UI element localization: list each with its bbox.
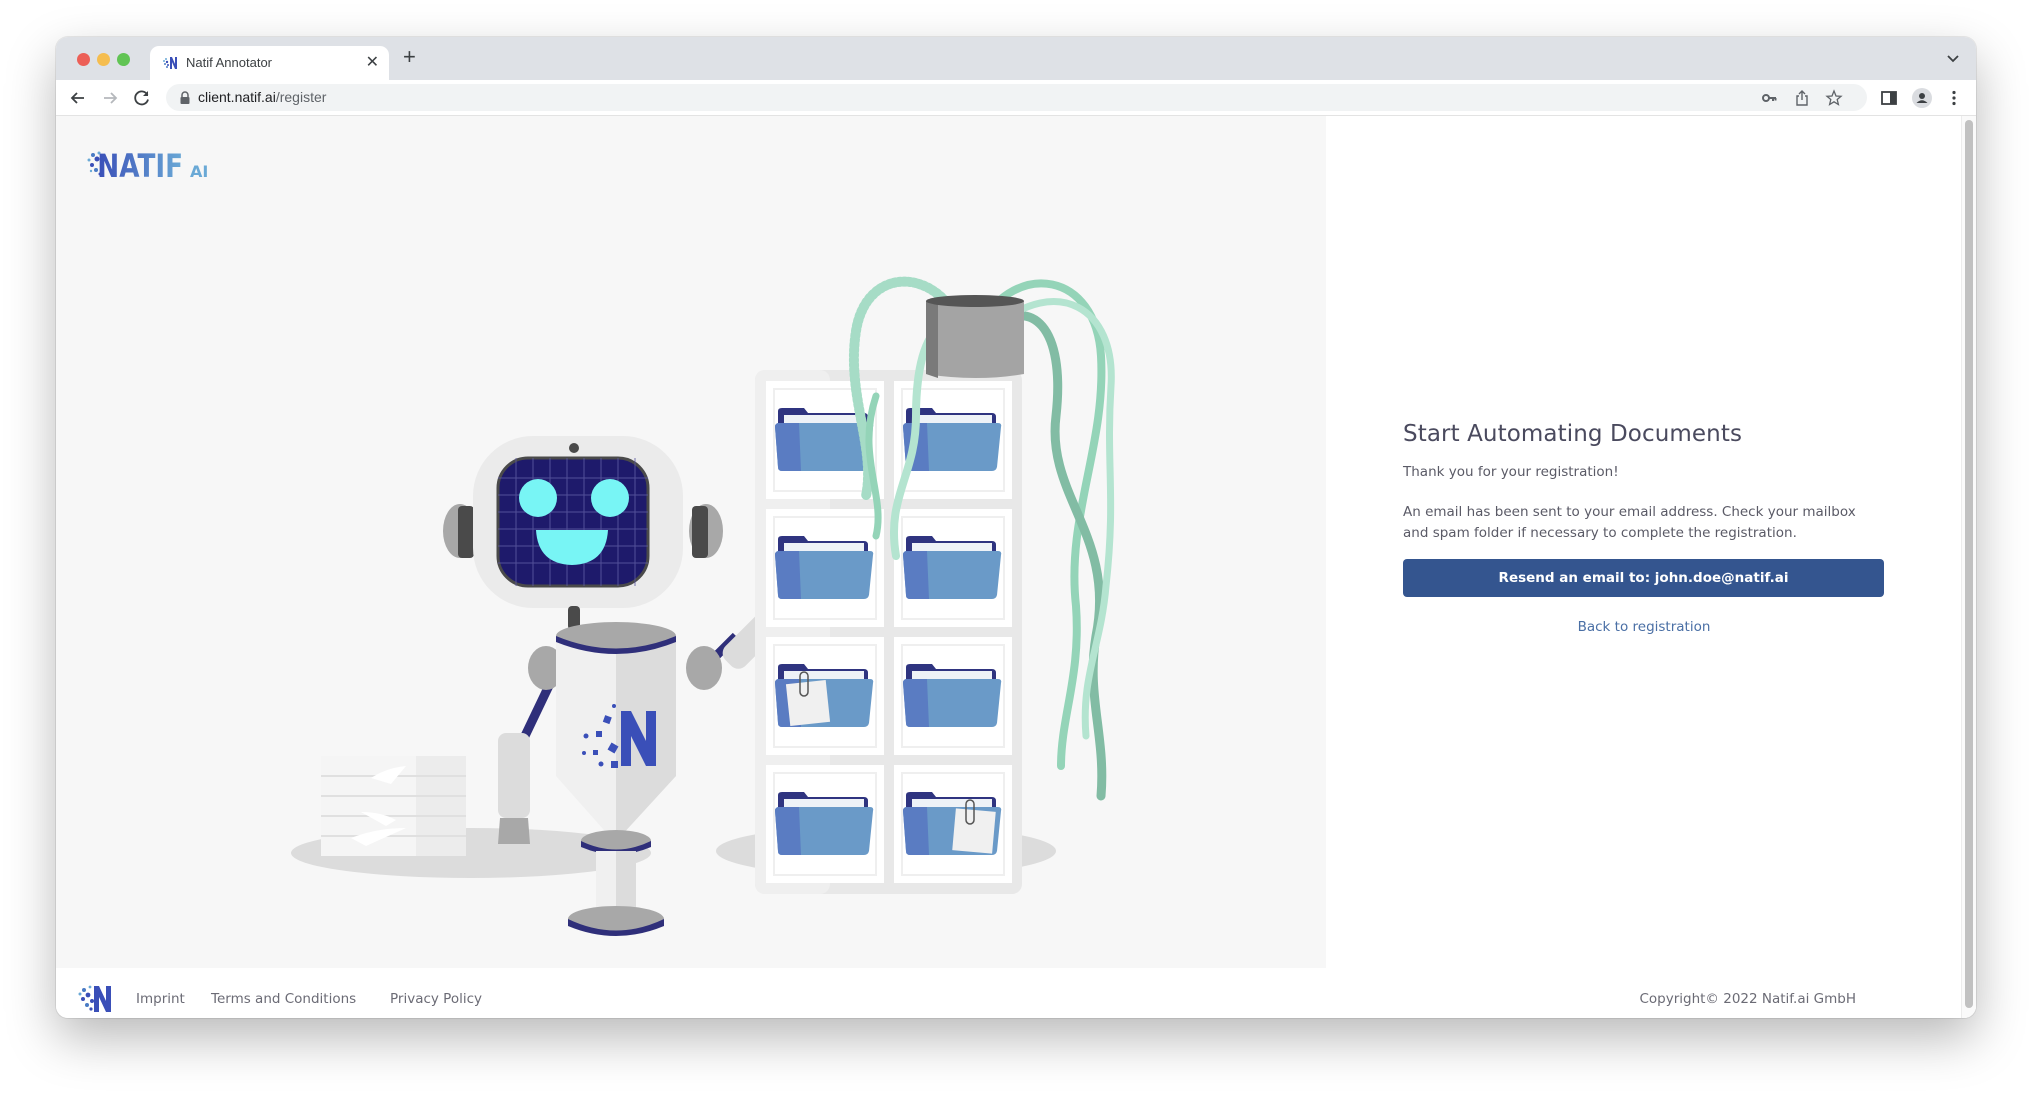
page-scrollbar[interactable] bbox=[1961, 116, 1976, 1018]
page-title: Start Automating Documents bbox=[1403, 421, 1743, 447]
star-icon[interactable] bbox=[1825, 89, 1843, 107]
window-close-button[interactable] bbox=[77, 53, 90, 66]
info-message: An email has been sent to your email add… bbox=[1403, 504, 1856, 541]
cabinet-cell bbox=[766, 509, 884, 627]
close-icon[interactable]: ✕ bbox=[366, 52, 379, 72]
url-text: client.natif.ai/register bbox=[198, 89, 327, 105]
page-content: NATIF AI Start Automating Documents Than… bbox=[56, 116, 1976, 1018]
cabinet-cell bbox=[894, 765, 1012, 883]
natif-ai-logo: NATIF AI bbox=[87, 147, 208, 184]
footer-link-privacy[interactable]: Privacy Policy bbox=[390, 991, 482, 1007]
svg-text:AI: AI bbox=[190, 162, 208, 181]
menu-dots-icon[interactable] bbox=[1944, 88, 1964, 108]
copyright-text: Copyright© 2022 Natif.ai GmbH bbox=[1639, 991, 1856, 1007]
svg-text:NATIF: NATIF bbox=[97, 147, 183, 184]
sidebar-icon[interactable] bbox=[1879, 88, 1899, 108]
arrow-left-icon[interactable] bbox=[67, 87, 89, 109]
browser-toolbar: client.natif.ai/register bbox=[56, 80, 1976, 116]
folder-icon bbox=[775, 664, 874, 727]
folder-icon bbox=[775, 536, 874, 599]
key-icon[interactable] bbox=[1761, 89, 1779, 107]
robot-filing-illustration bbox=[291, 276, 1115, 936]
cabinet-cell bbox=[894, 637, 1012, 755]
folder-icon bbox=[903, 536, 1002, 599]
resend-email-button[interactable]: Resend an email to: john.doe@natif.ai bbox=[1403, 559, 1884, 597]
scrollbar-thumb[interactable] bbox=[1965, 120, 1973, 1008]
folder-icon bbox=[903, 792, 1002, 855]
cabinet-cell bbox=[766, 765, 884, 883]
plant-pot-icon bbox=[926, 295, 1024, 378]
reload-icon[interactable] bbox=[131, 87, 153, 109]
folder-icon bbox=[903, 664, 1002, 727]
confirmation-panel: Start Automating Documents Thank you for… bbox=[1403, 421, 1885, 635]
window-maximize-button[interactable] bbox=[117, 53, 130, 66]
cabinet-cell bbox=[766, 637, 884, 755]
illustration-panel: NATIF AI bbox=[56, 116, 1326, 968]
thanks-message: Thank you for your registration! bbox=[1403, 464, 1619, 480]
browser-tab[interactable]: Natif Annotator ✕ bbox=[150, 46, 389, 80]
footer-link-terms[interactable]: Terms and Conditions bbox=[211, 991, 356, 1007]
cabinet-cell bbox=[894, 509, 1012, 627]
tab-strip: Natif Annotator ✕ + bbox=[56, 37, 1976, 80]
paper-stack-icon bbox=[321, 756, 466, 856]
plus-icon[interactable]: + bbox=[403, 44, 416, 70]
back-to-registration-link[interactable]: Back to registration bbox=[1403, 619, 1885, 635]
address-bar[interactable]: client.natif.ai/register bbox=[166, 84, 1867, 111]
window-minimize-button[interactable] bbox=[97, 53, 110, 66]
natif-logo-icon bbox=[163, 57, 177, 69]
arrow-right-icon[interactable] bbox=[99, 87, 121, 109]
lock-icon bbox=[180, 91, 190, 104]
folder-icon bbox=[775, 792, 874, 855]
chevron-down-icon[interactable] bbox=[1944, 49, 1962, 67]
share-icon[interactable] bbox=[1793, 89, 1811, 107]
footer-link-imprint[interactable]: Imprint bbox=[136, 991, 185, 1007]
footer: Imprint Terms and Conditions Privacy Pol… bbox=[56, 968, 1956, 1018]
tab-title: Natif Annotator bbox=[186, 55, 272, 70]
natif-logo-icon bbox=[78, 985, 111, 1012]
browser-window: Natif Annotator ✕ + client.natif.ai/regi… bbox=[56, 37, 1976, 1018]
profile-icon[interactable] bbox=[1912, 88, 1932, 108]
